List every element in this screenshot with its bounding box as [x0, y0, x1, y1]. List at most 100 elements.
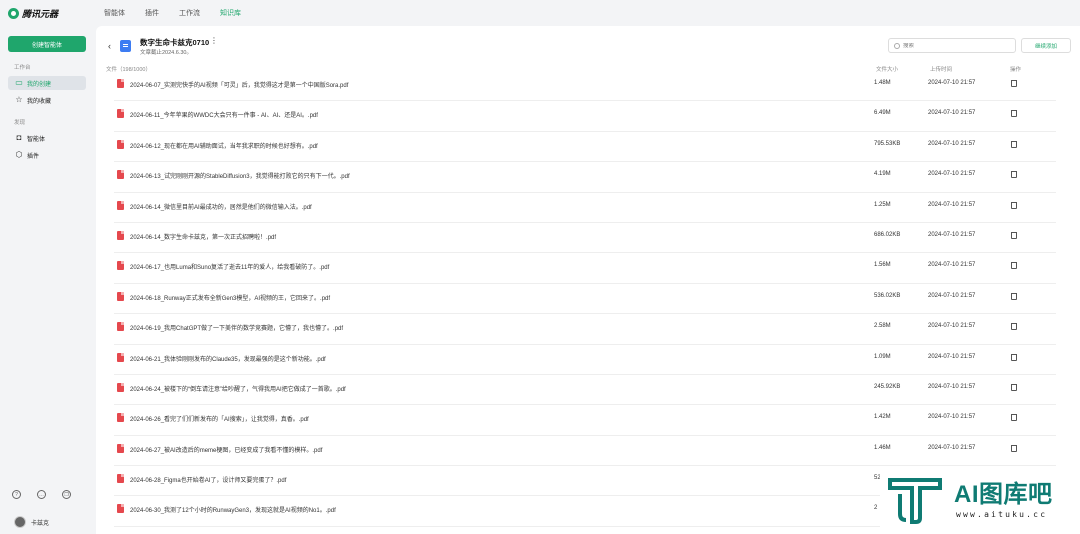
user-profile[interactable]: 卡兹克: [14, 516, 49, 528]
page-subtitle: 文章截止2024.6.30。: [140, 50, 192, 56]
table-row[interactable]: 2024-06-11_今年苹果的WWDC大会只有一件事 - AI、AI、还是AI…: [114, 101, 1056, 132]
sidebar-item-plugins[interactable]: ⬡ 插件: [8, 148, 86, 162]
tab-agents[interactable]: 智能体: [104, 8, 125, 18]
file-name[interactable]: 2024-06-19_我用ChatGPT做了一下美伴的数学竞赛题，它懵了，我也懵…: [130, 323, 343, 332]
file-name[interactable]: 2024-06-11_今年苹果的WWDC大会只有一件事 - AI、AI、还是AI…: [130, 110, 318, 119]
sidebar-item-label: 插件: [27, 153, 40, 160]
upload-time: 2024-07-10 21:57: [928, 292, 976, 299]
brand-name: 腾讯元器: [22, 9, 59, 19]
upload-time: 2024-07-10 21:57: [928, 171, 976, 178]
brand-logo-icon: [8, 8, 19, 19]
upload-time: 2024-07-10 21:57: [928, 201, 976, 208]
pdf-file-icon: [117, 291, 124, 301]
table-row[interactable]: 2024-06-17_也用Luma和Suno复活了逝去11年的爱人，给我看破防了…: [114, 253, 1056, 284]
upload-time: 2024-07-10 21:57: [928, 231, 976, 238]
pdf-file-icon: [117, 474, 124, 484]
sidebar: 腾讯元器 创建智能体 工作台 ▭ 我的创建 ☆ 我的收藏 发现 ◘ 智能体 ⬡ …: [0, 0, 96, 534]
table-row[interactable]: 2024-06-27_被AI改造后的meme梗图，已经变成了我看不懂的模样。.p…: [114, 436, 1056, 467]
pdf-file-icon: [117, 170, 124, 180]
file-size: 1.46M: [874, 444, 891, 451]
file-list: 2024-06-07_实测完快手的AI视频「可灵」后，我觉得这才是第一个中国版S…: [114, 71, 1056, 527]
file-name[interactable]: 2024-06-12_现在都在用AI辅助面试，当年我求职的时候也好想有。.pdf: [130, 141, 318, 150]
table-row[interactable]: 2024-06-07_实测完快手的AI视频「可灵」后，我觉得这才是第一个中国版S…: [114, 71, 1056, 102]
delete-icon[interactable]: [1011, 171, 1017, 179]
sidebar-item-my-creations[interactable]: ▭ 我的创建: [8, 76, 86, 90]
delete-icon[interactable]: [1011, 110, 1017, 118]
sidebar-item-agents[interactable]: ◘ 智能体: [8, 131, 86, 145]
continue-add-button[interactable]: 继续添加: [1021, 38, 1071, 53]
pdf-file-icon: [117, 261, 124, 271]
sidebar-item-label: 智能体: [27, 136, 46, 143]
file-name[interactable]: 2024-06-18_Runway正式发布全新Gen3模型，AI视频的王，它回来…: [130, 293, 330, 302]
file-name[interactable]: 2024-06-24_被楼下的“倒车请注意”给吵醒了，气得我用AI把它做成了一首…: [130, 384, 346, 393]
pdf-file-icon: [117, 382, 124, 392]
table-row[interactable]: 2024-06-19_我用ChatGPT做了一下美伴的数学竞赛题，它懵了，我也懵…: [114, 314, 1056, 345]
sidebar-item-my-favorites[interactable]: ☆ 我的收藏: [8, 93, 86, 107]
file-name[interactable]: 2024-06-14_数字生命卡兹克，第一次正式招聘啦！.pdf: [130, 232, 276, 241]
copy-icon[interactable]: ❐: [62, 490, 71, 499]
delete-icon[interactable]: [1011, 80, 1017, 87]
create-agent-button[interactable]: 创建智能体: [8, 36, 86, 52]
file-name[interactable]: 2024-06-27_被AI改造后的meme梗图，已经变成了我看不懂的模样。.p…: [130, 445, 322, 454]
brand-logo[interactable]: 腾讯元器: [8, 7, 58, 20]
file-name[interactable]: 2024-06-14_微信里目前AI最成功的，居然是他们的微信输入法。.pdf: [130, 202, 312, 211]
file-name[interactable]: 2024-06-07_实测完快手的AI视频「可灵」后，我觉得这才是第一个中国版S…: [130, 80, 348, 89]
back-arrow-icon[interactable]: ‹: [108, 41, 111, 51]
table-row[interactable]: 2024-06-24_被楼下的“倒车请注意”给吵醒了，气得我用AI把它做成了一首…: [114, 375, 1056, 406]
main-panel: ‹ 数字生命卡兹克0710 ⋮ 文章截止2024.6.30。 继续添加 文件（1…: [96, 26, 1080, 534]
file-size: 2.58M: [874, 323, 891, 330]
table-row[interactable]: 2024-06-12_现在都在用AI辅助面试，当年我求职的时候也好想有。.pdf…: [114, 132, 1056, 163]
more-options-icon[interactable]: ⋮: [210, 36, 218, 45]
upload-time: 2024-07-10 21:57: [928, 110, 976, 117]
upload-time: 2024-07-10 21:57: [928, 323, 976, 330]
table-row[interactable]: 2024-06-14_微信里目前AI最成功的，居然是他们的微信输入法。.pdf 1…: [114, 193, 1056, 223]
help-icon[interactable]: ?: [12, 490, 21, 499]
delete-icon[interactable]: [1011, 353, 1017, 361]
tab-plugins[interactable]: 插件: [145, 8, 159, 18]
delete-icon[interactable]: [1011, 444, 1017, 452]
upload-time: 2024-07-10 21:57: [928, 353, 976, 360]
delete-icon[interactable]: [1011, 323, 1017, 331]
chat-icon[interactable]: …: [37, 490, 46, 499]
delete-icon[interactable]: [1011, 201, 1017, 209]
table-row[interactable]: 2024-06-18_Runway正式发布全新Gen3模型，AI视频的王，它回来…: [114, 284, 1056, 315]
file-name[interactable]: 2024-06-26_看完了们们新发布的「AI搜索」，让我觉得，真香。.pdf: [130, 414, 309, 423]
search-box[interactable]: [888, 38, 1016, 53]
file-size: 1.48M: [874, 80, 891, 86]
table-row[interactable]: 2024-06-21_我体验刚刚发布的Claude35，发现最强的是这个新功能。…: [114, 345, 1056, 375]
table-row[interactable]: 2024-06-14_数字生命卡兹克，第一次正式招聘啦！.pdf 686.02KB…: [114, 223, 1056, 254]
star-icon: ☆: [15, 95, 23, 104]
user-name: 卡兹克: [31, 520, 50, 527]
delete-icon[interactable]: [1011, 231, 1017, 239]
table-row[interactable]: 2024-06-26_看完了们们新发布的「AI搜索」，让我觉得，真香。.pdf 1…: [114, 405, 1056, 436]
pdf-file-icon: [117, 109, 124, 119]
delete-icon[interactable]: [1011, 262, 1017, 270]
upload-time: 2024-07-10 21:57: [928, 262, 976, 269]
delete-icon[interactable]: [1011, 292, 1017, 300]
pdf-file-icon: [117, 413, 124, 423]
file-size: 4.19M: [874, 171, 891, 178]
pdf-file-icon: [117, 322, 124, 332]
pdf-file-icon: [117, 230, 124, 240]
sidebar-bottom-icons: ? … ❐: [12, 490, 71, 499]
search-input[interactable]: [903, 42, 1003, 49]
file-size: 1.56M: [874, 262, 891, 269]
upload-time: 2024-07-10 21:57: [928, 383, 976, 390]
table-row[interactable]: 2024-06-13_试完刚刚开源的StableDiffusion3，我觉得能打…: [114, 162, 1056, 193]
file-name[interactable]: 2024-06-21_我体验刚刚发布的Claude35，发现最强的是这个新功能。…: [130, 354, 326, 363]
pdf-file-icon: [117, 79, 124, 88]
file-name[interactable]: 2024-06-13_试完刚刚开源的StableDiffusion3，我觉得能打…: [130, 171, 350, 180]
delete-icon[interactable]: [1011, 383, 1017, 391]
file-name[interactable]: 2024-06-30_我测了12个小时的RunwayGen3，发现这就是AI视频…: [130, 505, 336, 514]
section-label-discover: 发现: [14, 120, 26, 126]
tab-knowledge-base[interactable]: 知识库: [220, 8, 241, 18]
delete-icon[interactable]: [1011, 140, 1017, 148]
file-name[interactable]: 2024-06-17_也用Luma和Suno复活了逝去11年的爱人，给我看破防了…: [130, 262, 329, 271]
top-nav: 智能体 插件 工作流 知识库: [96, 0, 241, 26]
delete-icon[interactable]: [1011, 414, 1017, 422]
file-name[interactable]: 2024-06-28_Figma也开始卷AI了，设计师又要完蛋了？.pdf: [130, 475, 286, 484]
tab-workflows[interactable]: 工作流: [179, 8, 200, 18]
robot-icon: ◘: [16, 133, 22, 142]
plugin-icon: ⬡: [15, 150, 23, 159]
file-size: 6.49M: [874, 110, 891, 117]
